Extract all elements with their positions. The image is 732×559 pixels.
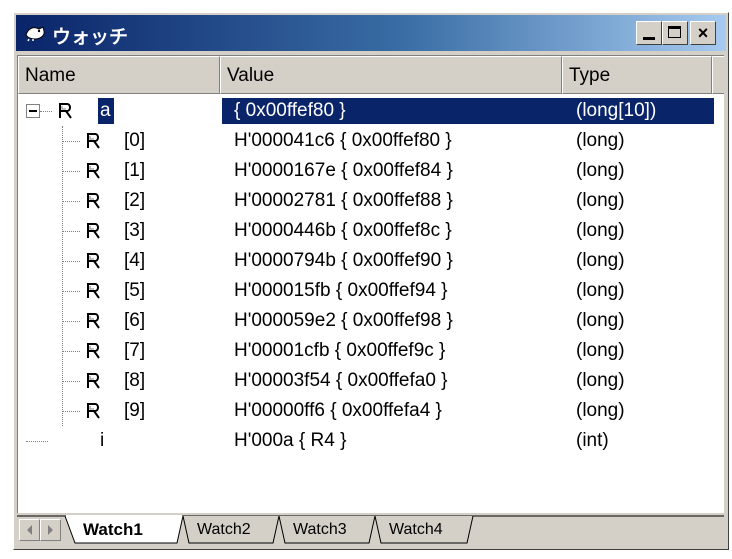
watch-row[interactable]: [4] H'0000794b { 0x00ffef90 } (long) xyxy=(18,246,724,276)
watch-type: (long) xyxy=(576,250,625,271)
register-r-icon xyxy=(87,163,100,179)
minimize-button[interactable] xyxy=(636,21,662,45)
tab-watch4[interactable]: Watch4 xyxy=(389,521,443,539)
watch-name: [3] xyxy=(124,220,146,241)
tree-guide-line xyxy=(62,351,80,352)
window-title: ウォッチ xyxy=(52,27,129,48)
watch-type: (long) xyxy=(576,370,625,391)
watch-name: [2] xyxy=(124,190,146,211)
watch-row[interactable]: [8] H'00003f54 { 0x00ffefa0 } (long) xyxy=(18,366,724,396)
watch-window-icon xyxy=(25,26,45,42)
tree-guide-line xyxy=(26,441,48,442)
tab-watch1[interactable]: Watch1 xyxy=(83,520,143,540)
watch-type: (long) xyxy=(576,220,625,241)
column-header-value[interactable]: Value xyxy=(220,56,562,94)
tree-guide-line xyxy=(62,141,80,142)
tree-guide-line xyxy=(62,261,80,262)
watch-type: (long) xyxy=(576,400,625,421)
watch-value: H'0000794b { 0x00ffef90 } xyxy=(234,250,453,271)
maximize-button[interactable] xyxy=(662,21,688,45)
watch-row[interactable]: [0] H'000041c6 { 0x00ffef80 } (long) xyxy=(18,126,724,156)
tab-bar: Watch1 Watch2 Watch3 Watch4 xyxy=(17,515,724,547)
watch-value: H'000041c6 { 0x00ffef80 } xyxy=(234,130,452,151)
tree-guide-line xyxy=(62,291,80,292)
register-r-icon xyxy=(87,223,100,239)
watch-row[interactable]: [6] H'000059e2 { 0x00ffef98 } (long) xyxy=(18,306,724,336)
column-header-type[interactable]: Type xyxy=(562,56,712,94)
tree-guide-line xyxy=(62,171,80,172)
watch-name: a xyxy=(100,100,111,121)
watch-row[interactable]: a { 0x00ffef80 } (long[10]) xyxy=(18,96,724,126)
tree-guide-line xyxy=(62,201,80,202)
register-r-icon xyxy=(87,343,100,359)
title-bar[interactable]: ウォッチ × xyxy=(16,15,726,51)
register-r-icon xyxy=(87,403,100,419)
watch-name: [9] xyxy=(124,400,146,421)
watch-name: [5] xyxy=(124,280,146,301)
column-type-label: Type xyxy=(569,65,611,86)
tree-collapse-icon[interactable] xyxy=(26,104,40,118)
tree-guide-line xyxy=(62,381,80,382)
watch-type: (long[10]) xyxy=(576,100,657,121)
watch-name: [4] xyxy=(124,250,146,271)
tree-guide-line xyxy=(62,321,80,322)
watch-value: H'00003f54 { 0x00ffefa0 } xyxy=(234,370,448,391)
watch-type: (int) xyxy=(576,430,609,451)
watch-value: H'0000167e { 0x00ffef84 } xyxy=(234,160,453,181)
watch-name: [8] xyxy=(124,370,146,391)
close-icon: × xyxy=(697,23,709,43)
register-r-icon xyxy=(87,133,100,149)
register-r-icon xyxy=(87,283,100,299)
watch-name: i xyxy=(100,430,105,451)
watch-value: H'00001cfb { 0x00ffef9c } xyxy=(234,340,446,361)
watch-value: { 0x00ffef80 } xyxy=(234,100,346,121)
watch-row[interactable]: [3] H'0000446b { 0x00ffef8c } (long) xyxy=(18,216,724,246)
register-r-icon xyxy=(87,373,100,389)
watch-name: [0] xyxy=(124,130,146,151)
column-name-label: Name xyxy=(25,65,76,86)
watch-name: [6] xyxy=(124,310,146,331)
watch-value: H'0000446b { 0x00ffef8c } xyxy=(234,220,452,241)
close-button[interactable]: × xyxy=(690,21,716,45)
watch-row[interactable]: i H'000a { R4 } (int) xyxy=(18,426,724,456)
register-r-icon xyxy=(87,313,100,329)
maximize-icon xyxy=(668,26,681,38)
column-value-label: Value xyxy=(227,65,275,86)
watch-name: [1] xyxy=(124,160,146,181)
watch-type: (long) xyxy=(576,340,625,361)
watch-type: (long) xyxy=(576,310,625,331)
minimize-icon xyxy=(643,37,655,40)
column-header-name[interactable]: Name xyxy=(18,56,220,94)
watch-row[interactable]: [2] H'00002781 { 0x00ffef88 } (long) xyxy=(18,186,724,216)
tab-watch3[interactable]: Watch3 xyxy=(293,521,347,539)
register-r-icon xyxy=(87,253,100,269)
watch-value: H'000059e2 { 0x00ffef98 } xyxy=(234,310,453,331)
register-r-icon xyxy=(87,193,100,209)
tree-guide-line xyxy=(40,111,52,112)
watch-row[interactable]: [7] H'00001cfb { 0x00ffef9c } (long) xyxy=(18,336,724,366)
watch-type: (long) xyxy=(576,160,625,181)
watch-row[interactable]: [1] H'0000167e { 0x00ffef84 } (long) xyxy=(18,156,724,186)
tree-guide-line xyxy=(62,411,80,412)
watch-name: [7] xyxy=(124,340,146,361)
watch-value: H'00000ff6 { 0x00ffefa4 } xyxy=(234,400,442,421)
watch-list[interactable]: Name Value Type a { 0x00ffef80 } (long[10]… xyxy=(17,55,724,513)
watch-value: H'000015fb { 0x00ffef94 } xyxy=(234,280,448,301)
column-header-filler xyxy=(712,56,724,94)
watch-type: (long) xyxy=(576,190,625,211)
watch-type: (long) xyxy=(576,130,625,151)
column-header: Name Value Type xyxy=(18,56,724,94)
register-r-icon xyxy=(59,103,72,119)
watch-type: (long) xyxy=(576,280,625,301)
watch-window: ウォッチ × Name Value Type a { 0x00ffef80 } (l… xyxy=(13,12,729,550)
watch-row[interactable]: [5] H'000015fb { 0x00ffef94 } (long) xyxy=(18,276,724,306)
watch-row[interactable]: [9] H'00000ff6 { 0x00ffefa4 } (long) xyxy=(18,396,724,426)
tree-guide-line xyxy=(62,231,80,232)
watch-value: H'00002781 { 0x00ffef88 } xyxy=(234,190,453,211)
tab-watch2[interactable]: Watch2 xyxy=(197,521,251,539)
watch-value: H'000a { R4 } xyxy=(234,430,347,451)
